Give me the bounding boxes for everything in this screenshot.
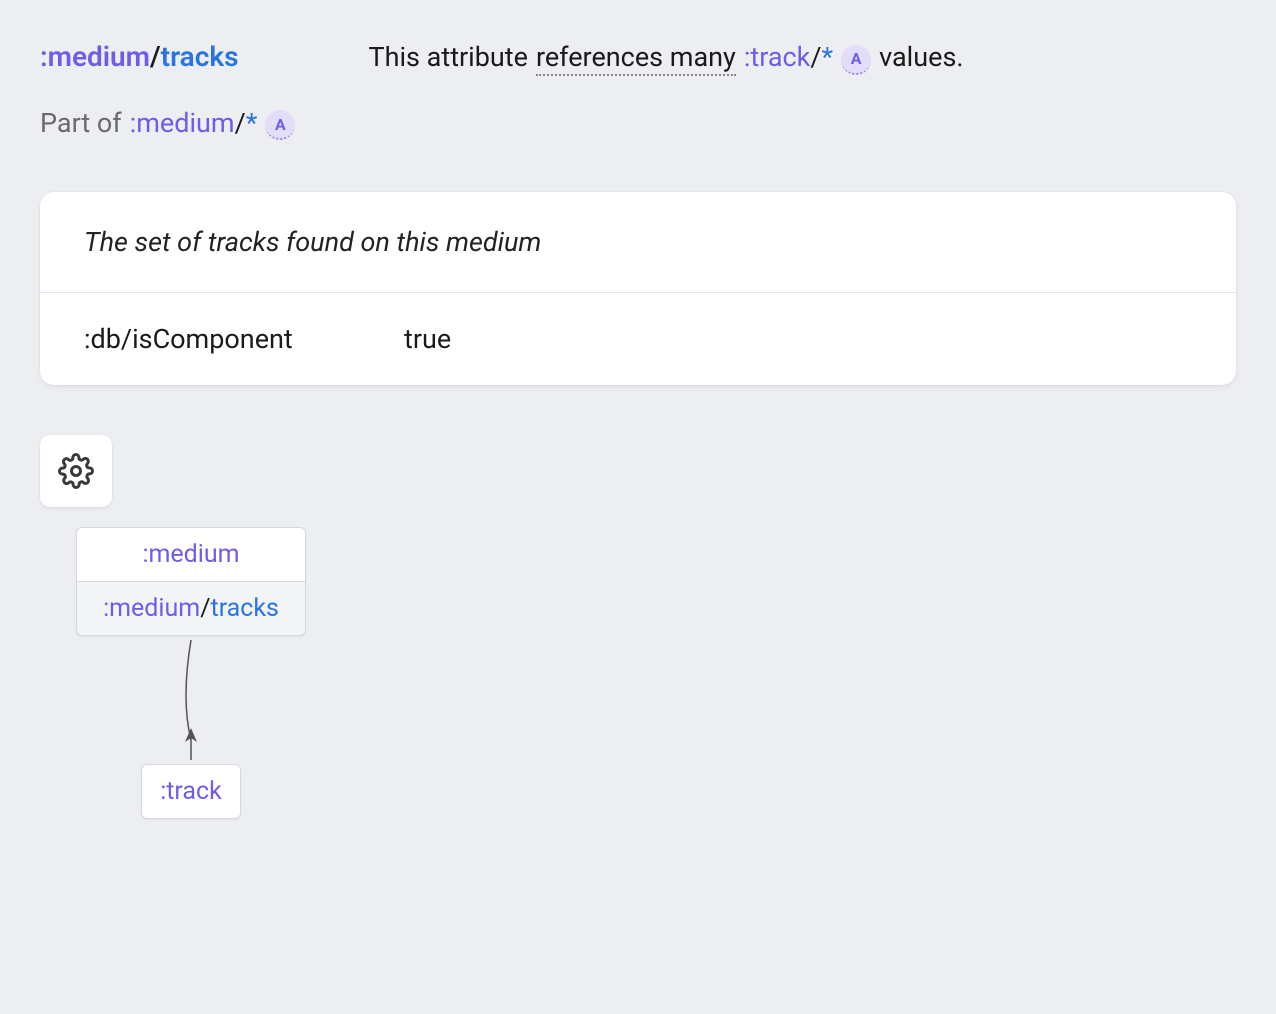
- page-title: :medium/tracks: [40, 40, 239, 73]
- attribute-doc: The set of tracks found on this medium: [84, 226, 1192, 258]
- title-name[interactable]: tracks: [161, 40, 239, 73]
- property-row: :db/isComponent true: [40, 293, 1236, 385]
- diagram-target-label: :track: [160, 777, 222, 806]
- desc-ref-wild: *: [821, 41, 833, 73]
- diagram-node-attribute[interactable]: :medium/tracks: [76, 582, 306, 636]
- title-slash: /: [150, 40, 161, 73]
- diagram-arrow: [76, 640, 306, 760]
- settings-button[interactable]: [40, 435, 112, 507]
- diagram-attr-ns: :medium: [103, 594, 200, 623]
- attribute-badge-icon[interactable]: A: [841, 45, 871, 75]
- part-of-wild: *: [246, 107, 258, 139]
- diagram-attr-name: tracks: [211, 594, 279, 623]
- desc-ref-ns: :track: [744, 41, 811, 73]
- arrow-icon: [179, 640, 203, 760]
- attribute-card: The set of tracks found on this medium :…: [40, 192, 1236, 385]
- diagram-node-target[interactable]: :track: [141, 764, 241, 819]
- property-key: :db/isComponent: [84, 323, 404, 355]
- diagram-source-label: :medium: [142, 540, 239, 569]
- desc-references-many[interactable]: references many: [536, 41, 736, 76]
- gear-icon: [58, 453, 94, 489]
- part-of-ns: :medium: [130, 107, 235, 139]
- diagram-node-source[interactable]: :medium: [76, 527, 306, 582]
- desc-ref-target[interactable]: :track/*: [744, 41, 833, 73]
- part-of-row: Part of :medium/* A: [40, 107, 295, 143]
- attribute-badge-icon[interactable]: A: [265, 110, 295, 140]
- part-of-ref[interactable]: :medium/*: [130, 107, 258, 139]
- property-value: true: [404, 323, 451, 355]
- title-ns[interactable]: :medium: [40, 40, 150, 73]
- desc-suffix: values.: [879, 41, 963, 73]
- attribute-description: This attribute references many :track/* …: [369, 41, 964, 77]
- part-of-label: Part of: [40, 107, 122, 139]
- desc-prefix: This attribute: [369, 41, 528, 73]
- relationship-diagram: :medium :medium/tracks :track: [76, 527, 376, 819]
- diagram-attr-slash: /: [200, 594, 210, 623]
